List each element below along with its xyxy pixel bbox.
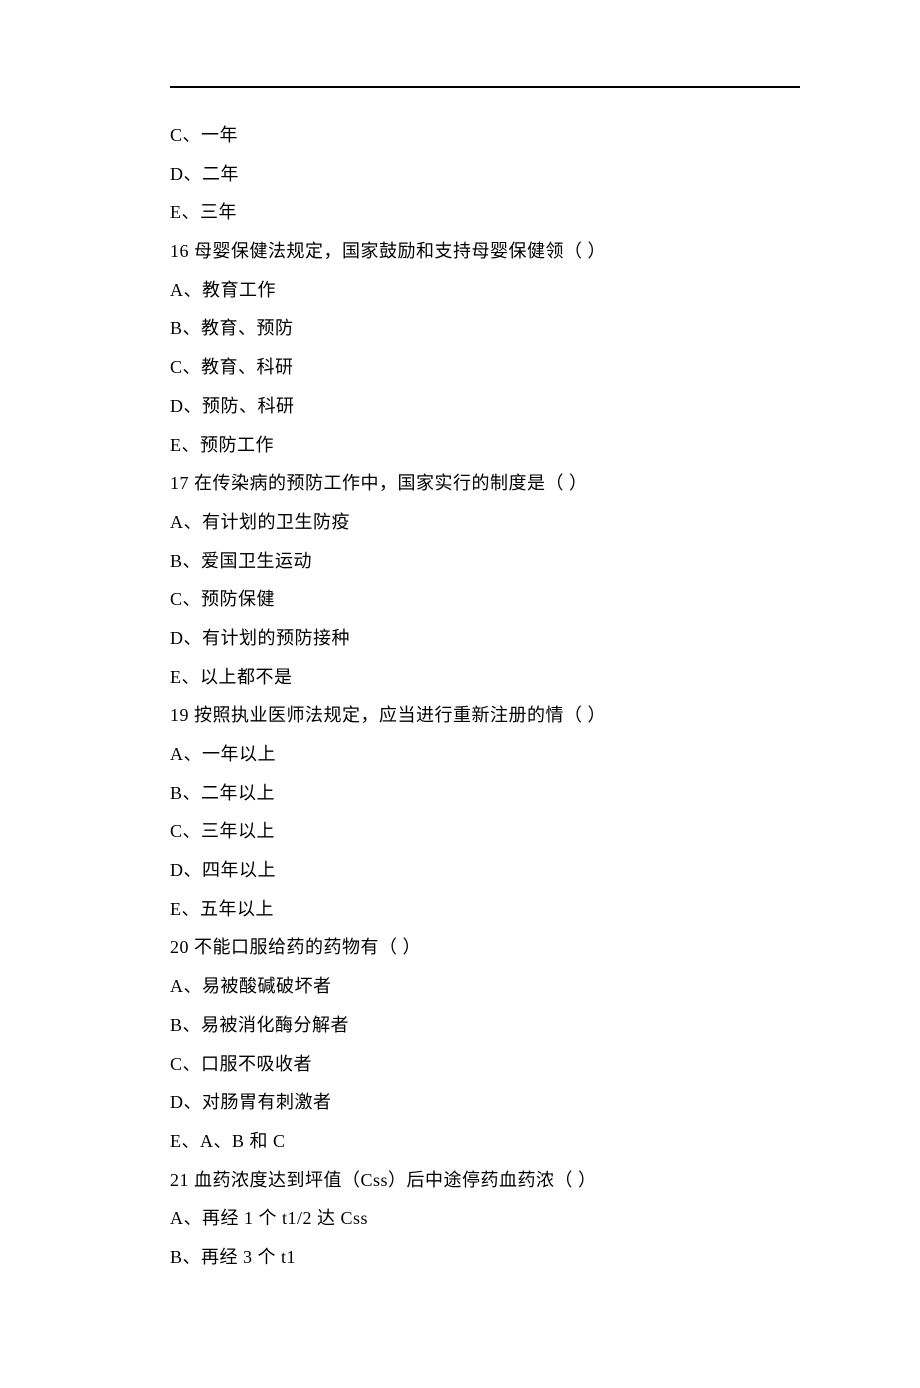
text-line: E、预防工作 (170, 426, 800, 465)
horizontal-rule (170, 86, 800, 88)
text-line: D、四年以上 (170, 851, 800, 890)
text-line: C、口服不吸收者 (170, 1045, 800, 1084)
text-line: E、五年以上 (170, 890, 800, 929)
text-line: 19 按照执业医师法规定，应当进行重新注册的情（ ） (170, 696, 800, 735)
text-line: A、教育工作 (170, 271, 800, 310)
text-line: D、对肠胃有刺激者 (170, 1083, 800, 1122)
text-line: 20 不能口服给药的药物有（ ） (170, 928, 800, 967)
text-line: C、一年 (170, 116, 800, 155)
text-line: C、三年以上 (170, 812, 800, 851)
text-line: 17 在传染病的预防工作中，国家实行的制度是（ ） (170, 464, 800, 503)
text-line: B、教育、预防 (170, 309, 800, 348)
text-line: C、预防保健 (170, 580, 800, 619)
text-line: B、再经 3 个 t1 (170, 1238, 800, 1277)
text-line: A、有计划的卫生防疫 (170, 503, 800, 542)
text-line: 21 血药浓度达到坪值（Css）后中途停药血药浓（ ） (170, 1161, 800, 1200)
text-line: A、易被酸碱破坏者 (170, 967, 800, 1006)
text-line: D、二年 (170, 155, 800, 194)
text-line: 16 母婴保健法规定，国家鼓励和支持母婴保健领（ ） (170, 232, 800, 271)
text-line: D、有计划的预防接种 (170, 619, 800, 658)
page: C、一年 D、二年 E、三年 16 母婴保健法规定，国家鼓励和支持母婴保健领（ … (0, 86, 920, 1388)
text-line: E、A、B 和 C (170, 1122, 800, 1161)
text-line: E、三年 (170, 193, 800, 232)
text-line: B、二年以上 (170, 774, 800, 813)
text-line: D、预防、科研 (170, 387, 800, 426)
text-line: A、再经 1 个 t1/2 达 Css (170, 1199, 800, 1238)
text-line: B、易被消化酶分解者 (170, 1006, 800, 1045)
text-line: E、以上都不是 (170, 658, 800, 697)
text-line: C、教育、科研 (170, 348, 800, 387)
text-line: A、一年以上 (170, 735, 800, 774)
text-line: B、爱国卫生运动 (170, 542, 800, 581)
